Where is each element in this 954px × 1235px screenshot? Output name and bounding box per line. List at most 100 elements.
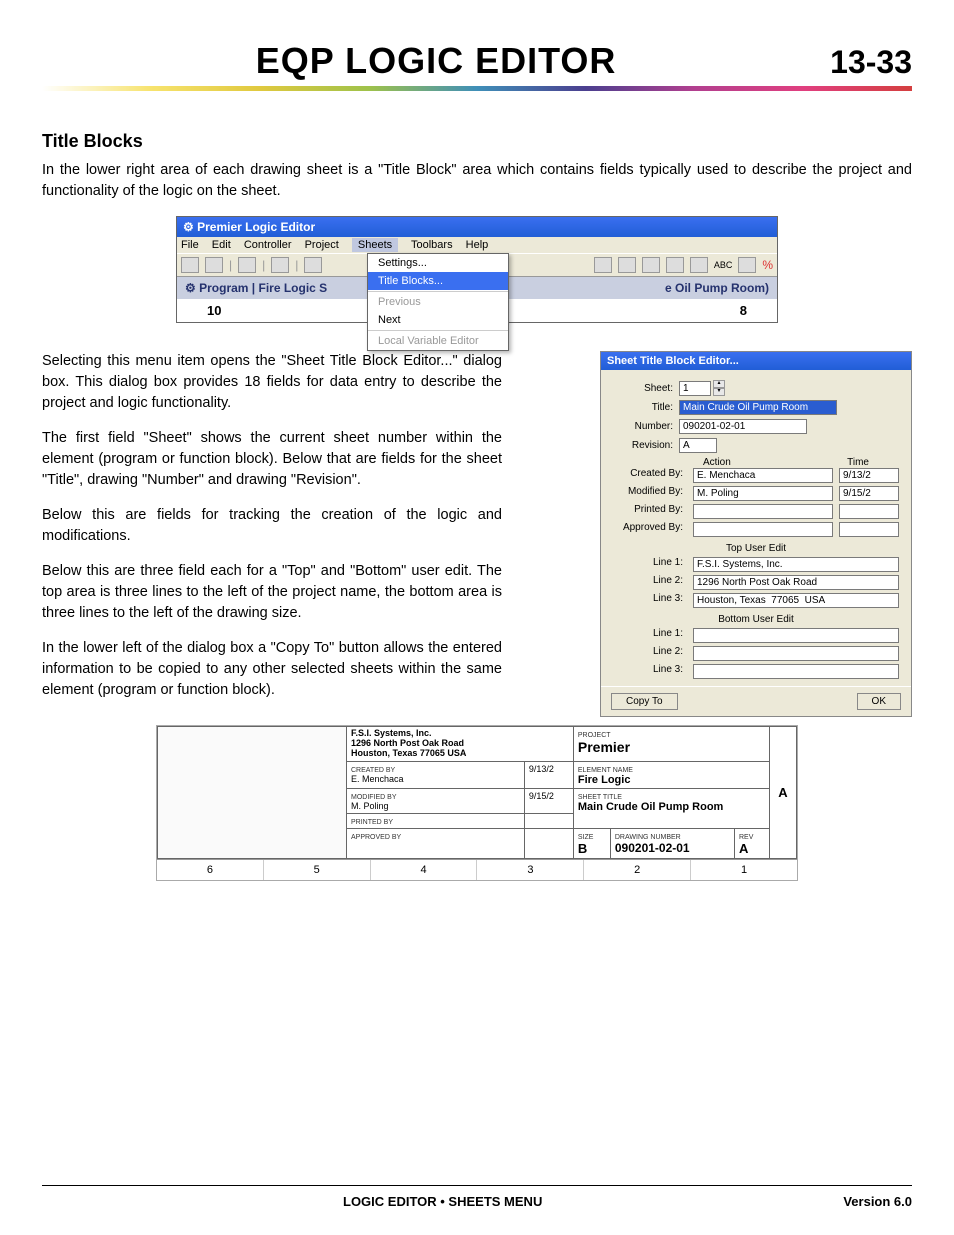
revision-label: Revision: [613,440,673,451]
ruler-num: 4 [371,860,478,880]
company-line: Houston, Texas 77065 USA [351,748,466,758]
title-label: Title: [613,402,673,413]
number-input[interactable] [679,419,807,434]
revision-input[interactable] [679,438,717,453]
app-window-screenshot: ⚙ Premier Logic Editor File Edit Control… [176,216,778,323]
bot-line3-input[interactable] [693,664,899,679]
line1-label: Line 1: [613,557,683,572]
field-value: 9/15/2 [529,791,554,801]
tab-label-right: e Oil Pump Room) [665,281,769,295]
toolbar-button[interactable] [205,257,223,273]
toolbar-button[interactable] [690,257,708,273]
copy-to-button[interactable]: Copy To [611,693,678,710]
field-value: B [578,841,587,856]
line3-label: Line 3: [613,664,683,679]
sheet-spinner[interactable]: ▴▾ [713,380,725,396]
field-label: APPROVED BY [351,834,401,841]
line3-label: Line 3: [613,593,683,608]
side-letter: A [770,727,797,859]
toolbar-button[interactable] [618,257,636,273]
field-value: E. Menchaca [351,774,404,784]
created-time-input[interactable] [839,468,899,483]
line2-label: Line 2: [613,575,683,590]
window-title: Premier Logic Editor [197,220,315,234]
field-value: Fire Logic [578,774,631,786]
top-line1-input[interactable] [693,557,899,572]
bot-line1-input[interactable] [693,628,899,643]
menu-item-previous: Previous [368,293,508,311]
footer-version: Version 6.0 [843,1194,912,1209]
sheets-dropdown: Settings... Title Blocks... Previous Nex… [367,253,509,351]
footer-center: Logic Editor • Sheets Menu [343,1194,542,1209]
company-line: 1296 North Post Oak Road [351,738,464,748]
menu-edit[interactable]: Edit [212,239,231,251]
dialog-screenshot: Sheet Title Block Editor... Sheet: ▴▾ Ti… [600,351,912,717]
approved-time-input[interactable] [839,522,899,537]
field-label: MODIFIED BY [351,794,397,801]
menu-item-local-var: Local Variable Editor [368,332,508,350]
toolbar-button[interactable] [181,257,199,273]
approved-by-input[interactable] [693,522,833,537]
field-label: PRINTED BY [351,819,393,826]
modified-by-input[interactable] [693,486,833,501]
menu-sheets[interactable]: Sheets [352,238,398,252]
bottom-ruler: 6 5 4 3 2 1 [157,859,797,880]
ruler-num: 6 [157,860,264,880]
section-heading: Title Blocks [42,131,912,152]
menu-project[interactable]: Project [305,239,339,251]
toolbar-button[interactable] [594,257,612,273]
ruler-num: 2 [584,860,691,880]
toolbar-button[interactable] [238,257,256,273]
menu-bar: File Edit Controller Project Sheets Tool… [177,237,777,253]
title-input[interactable] [679,400,837,415]
page-number: 13-33 [830,44,912,81]
top-line2-input[interactable] [693,575,899,590]
field-label: CREATED BY [351,767,395,774]
printed-label: Printed By: [613,504,683,519]
printed-time-input[interactable] [839,504,899,519]
field-label: SHEET TITLE [578,794,622,801]
menu-controller[interactable]: Controller [244,239,292,251]
field-label: PROJECT [578,732,611,739]
ruler-num: 8 [740,303,747,318]
line2-label: Line 2: [613,646,683,661]
menu-item-settings[interactable]: Settings... [368,254,508,272]
printed-by-input[interactable] [693,504,833,519]
number-label: Number: [613,421,673,432]
modified-time-input[interactable] [839,486,899,501]
menu-item-title-blocks[interactable]: Title Blocks... [368,272,508,290]
dialog-titlebar: Sheet Title Block Editor... [601,352,911,370]
field-label: REV [739,834,753,841]
field-value: Main Crude Oil Pump Room [578,801,723,813]
bottom-user-edit-header: Bottom User Edit [613,614,899,625]
field-value: 9/13/2 [529,764,554,774]
toolbar-button[interactable] [642,257,660,273]
field-value: 090201-02-01 [615,841,690,855]
created-label: Created By: [613,468,683,483]
toolbar-button[interactable] [738,257,756,273]
ruler-num: 10 [207,303,221,318]
intro-paragraph: In the lower right area of each drawing … [42,160,912,202]
top-user-edit-header: Top User Edit [613,543,899,554]
toolbar-button[interactable] [304,257,322,273]
menu-toolbars[interactable]: Toolbars [411,239,453,251]
sheet-input[interactable] [679,381,711,396]
toolbar-button[interactable] [271,257,289,273]
tab-label-left: Program | Fire Logic S [199,281,327,295]
title-block-screenshot: F.S.I. Systems, Inc. 1296 North Post Oak… [156,725,798,881]
menu-item-next[interactable]: Next [368,311,508,329]
body-paragraph: In the lower left of the dialog box a "C… [42,638,502,701]
menu-help[interactable]: Help [466,239,489,251]
body-paragraph: Below this are three field each for a "T… [42,561,502,624]
ok-button[interactable]: OK [857,693,901,710]
top-line3-input[interactable] [693,593,899,608]
body-paragraph: Below this are fields for tracking the c… [42,505,502,547]
header-rule [42,86,912,91]
field-value: M. Poling [351,801,389,811]
menu-file[interactable]: File [181,239,199,251]
created-by-input[interactable] [693,468,833,483]
page-footer: Logic Editor • Sheets Menu Version 6.0 [42,1185,912,1209]
page-title: EQP LOGIC EDITOR [256,40,617,82]
toolbar-button[interactable] [666,257,684,273]
bot-line2-input[interactable] [693,646,899,661]
